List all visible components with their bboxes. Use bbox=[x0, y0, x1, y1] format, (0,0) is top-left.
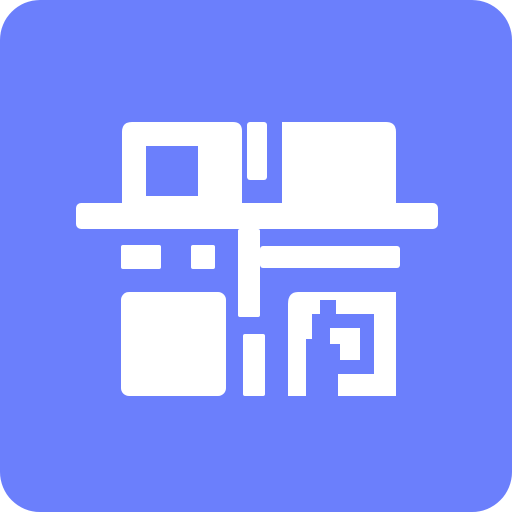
qr-glyph bbox=[76, 122, 438, 396]
finder-top-right bbox=[282, 122, 396, 206]
qr-code-scanner-icon bbox=[0, 0, 512, 512]
module-b bbox=[191, 245, 215, 269]
top-middle-bar bbox=[247, 122, 267, 180]
middle-right-bar bbox=[260, 246, 400, 268]
app-icon bbox=[0, 0, 512, 512]
maze-pattern bbox=[288, 292, 396, 396]
scan-line bbox=[76, 203, 438, 229]
center-vertical-bar bbox=[238, 229, 260, 317]
module-a bbox=[121, 245, 161, 269]
finder-bottom-left bbox=[121, 292, 226, 396]
bottom-middle-bar bbox=[243, 334, 265, 396]
